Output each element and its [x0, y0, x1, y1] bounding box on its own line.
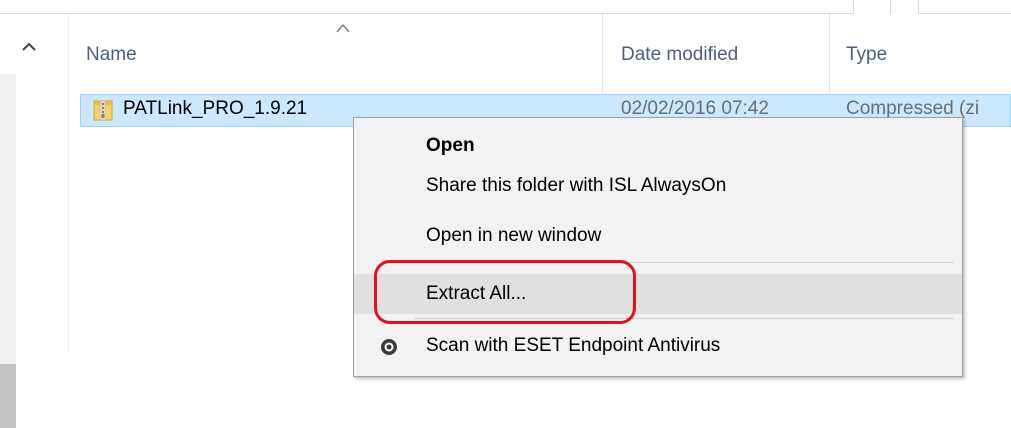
column-header-date-modified[interactable]: Date modified	[621, 44, 738, 66]
menu-item-label: Open in new window	[426, 225, 602, 246]
column-divider[interactable]	[602, 14, 603, 94]
column-divider[interactable]	[829, 14, 830, 94]
toolbar-separator	[890, 0, 891, 14]
menu-item-label: Extract All...	[426, 283, 527, 304]
menu-item-label: Scan with ESET Endpoint Antivirus	[426, 335, 721, 356]
menu-item-extract-all[interactable]: Extract All...	[354, 274, 962, 314]
scroll-up-icon[interactable]	[20, 38, 38, 56]
zip-folder-icon	[93, 100, 113, 121]
context-menu: Open Share this folder with ISL AlwaysOn…	[353, 117, 963, 377]
sort-ascending-icon	[336, 23, 350, 33]
navigation-pane	[0, 14, 69, 428]
toolbar-separator	[853, 0, 854, 14]
column-header-type[interactable]: Type	[846, 44, 887, 66]
menu-separator	[414, 318, 954, 319]
column-header-name[interactable]: Name	[86, 44, 137, 66]
scrollbar-thumb[interactable]	[0, 364, 16, 428]
search-input[interactable]	[918, 0, 1011, 14]
menu-separator	[414, 262, 954, 263]
eset-scan-icon	[381, 339, 397, 355]
menu-item-label: Share this folder with ISL AlwaysOn	[426, 175, 727, 196]
menu-item-share-folder[interactable]: Share this folder with ISL AlwaysOn	[354, 166, 962, 206]
toolbar-strip	[0, 0, 1011, 14]
file-name[interactable]: PATLink_PRO_1.9.21	[123, 98, 307, 120]
menu-item-open-new-window[interactable]: Open in new window	[354, 216, 962, 256]
menu-item-eset-scan[interactable]: Scan with ESET Endpoint Antivirus	[354, 326, 962, 366]
menu-item-label: Open	[426, 135, 475, 156]
vertical-scrollbar[interactable]	[0, 74, 16, 428]
menu-item-open[interactable]: Open	[354, 126, 962, 166]
